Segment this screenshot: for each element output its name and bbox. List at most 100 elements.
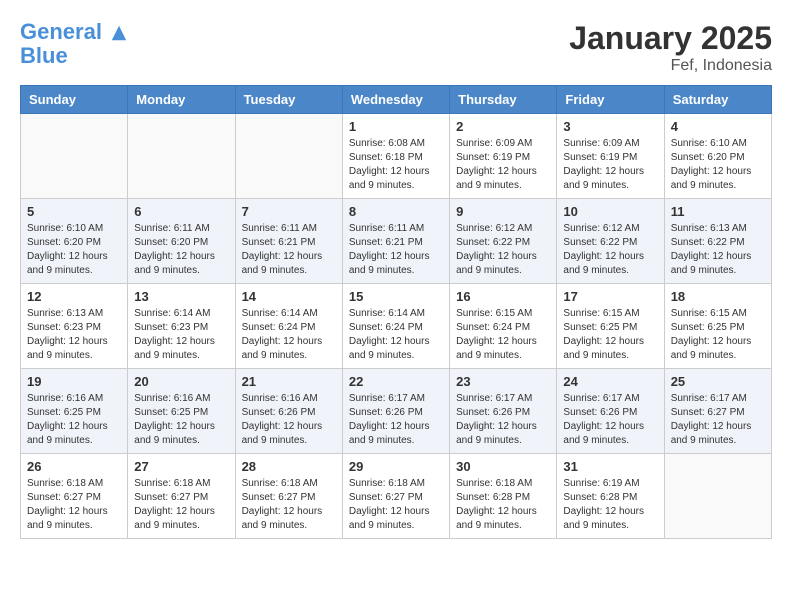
day-info: Sunrise: 6:16 AMSunset: 6:25 PMDaylight:… [27, 392, 121, 448]
day-info: Sunrise: 6:13 AMSunset: 6:22 PMDaylight:… [671, 222, 765, 278]
weekday-header-monday: Monday [128, 86, 235, 114]
day-info: Sunrise: 6:15 AMSunset: 6:25 PMDaylight:… [671, 307, 765, 363]
day-number: 18 [671, 289, 765, 304]
day-info: Sunrise: 6:15 AMSunset: 6:24 PMDaylight:… [456, 307, 550, 363]
day-info: Sunrise: 6:12 AMSunset: 6:22 PMDaylight:… [563, 222, 657, 278]
month-title: January 2025 [569, 20, 772, 57]
calendar-day-9: 9 Sunrise: 6:12 AMSunset: 6:22 PMDaylight… [450, 199, 557, 284]
day-number: 12 [27, 289, 121, 304]
calendar-day-empty [21, 114, 128, 199]
day-number: 8 [349, 204, 443, 219]
calendar-day-empty [664, 454, 771, 539]
weekday-header-sunday: Sunday [21, 86, 128, 114]
day-number: 2 [456, 119, 550, 134]
weekday-header-wednesday: Wednesday [342, 86, 449, 114]
day-number: 14 [242, 289, 336, 304]
day-info: Sunrise: 6:12 AMSunset: 6:22 PMDaylight:… [456, 222, 550, 278]
calendar-day-14: 14 Sunrise: 6:14 AMSunset: 6:24 PMDayligh… [235, 284, 342, 369]
calendar-day-21: 21 Sunrise: 6:16 AMSunset: 6:26 PMDayligh… [235, 369, 342, 454]
day-number: 5 [27, 204, 121, 219]
day-number: 27 [134, 459, 228, 474]
day-info: Sunrise: 6:09 AMSunset: 6:19 PMDaylight:… [563, 137, 657, 193]
day-number: 7 [242, 204, 336, 219]
calendar-day-16: 16 Sunrise: 6:15 AMSunset: 6:24 PMDayligh… [450, 284, 557, 369]
weekday-header-thursday: Thursday [450, 86, 557, 114]
day-number: 4 [671, 119, 765, 134]
day-info: Sunrise: 6:16 AMSunset: 6:26 PMDaylight:… [242, 392, 336, 448]
calendar-week-row: 12 Sunrise: 6:13 AMSunset: 6:23 PMDayligh… [21, 284, 772, 369]
calendar-day-3: 3 Sunrise: 6:09 AMSunset: 6:19 PMDaylight… [557, 114, 664, 199]
day-info: Sunrise: 6:10 AMSunset: 6:20 PMDaylight:… [27, 222, 121, 278]
calendar-day-17: 17 Sunrise: 6:15 AMSunset: 6:25 PMDayligh… [557, 284, 664, 369]
calendar-day-30: 30 Sunrise: 6:18 AMSunset: 6:28 PMDayligh… [450, 454, 557, 539]
calendar-week-row: 5 Sunrise: 6:10 AMSunset: 6:20 PMDaylight… [21, 199, 772, 284]
calendar-day-28: 28Sunrise: 6:18 AMSunset: 6:27 PMDayligh… [235, 454, 342, 539]
calendar-day-25: 25 Sunrise: 6:17 AMSunset: 6:27 PMDayligh… [664, 369, 771, 454]
calendar-day-10: 10Sunrise: 6:12 AMSunset: 6:22 PMDayligh… [557, 199, 664, 284]
day-info: Sunrise: 6:14 AMSunset: 6:23 PMDaylight:… [134, 307, 228, 363]
logo-blue: Blue [20, 43, 68, 68]
calendar-day-24: 24Sunrise: 6:17 AMSunset: 6:26 PMDayligh… [557, 369, 664, 454]
day-number: 6 [134, 204, 228, 219]
calendar-day-7: 7 Sunrise: 6:11 AMSunset: 6:21 PMDaylight… [235, 199, 342, 284]
calendar-day-13: 13 Sunrise: 6:14 AMSunset: 6:23 PMDayligh… [128, 284, 235, 369]
day-number: 11 [671, 204, 765, 219]
day-number: 17 [563, 289, 657, 304]
day-number: 9 [456, 204, 550, 219]
calendar-table: SundayMondayTuesdayWednesdayThursdayFrid… [20, 85, 772, 539]
day-number: 16 [456, 289, 550, 304]
day-info: Sunrise: 6:18 AMSunset: 6:27 PMDaylight:… [349, 477, 443, 533]
day-info: Sunrise: 6:17 AMSunset: 6:27 PMDaylight:… [671, 392, 765, 448]
weekday-header-saturday: Saturday [664, 86, 771, 114]
calendar-day-12: 12 Sunrise: 6:13 AMSunset: 6:23 PMDayligh… [21, 284, 128, 369]
day-info: Sunrise: 6:10 AMSunset: 6:20 PMDaylight:… [671, 137, 765, 193]
day-info: Sunrise: 6:11 AMSunset: 6:21 PMDaylight:… [242, 222, 336, 278]
day-number: 3 [563, 119, 657, 134]
day-info: Sunrise: 6:17 AMSunset: 6:26 PMDaylight:… [349, 392, 443, 448]
calendar-day-26: 26 Sunrise: 6:18 AMSunset: 6:27 PMDayligh… [21, 454, 128, 539]
day-info: Sunrise: 6:14 AMSunset: 6:24 PMDaylight:… [349, 307, 443, 363]
day-number: 31 [563, 459, 657, 474]
day-info: Sunrise: 6:14 AMSunset: 6:24 PMDaylight:… [242, 307, 336, 363]
day-number: 22 [349, 374, 443, 389]
day-info: Sunrise: 6:18 AMSunset: 6:27 PMDaylight:… [27, 477, 121, 533]
calendar-day-11: 11 Sunrise: 6:13 AMSunset: 6:22 PMDayligh… [664, 199, 771, 284]
day-info: Sunrise: 6:18 AMSunset: 6:28 PMDaylight:… [456, 477, 550, 533]
day-number: 13 [134, 289, 228, 304]
day-number: 25 [671, 374, 765, 389]
day-number: 30 [456, 459, 550, 474]
day-number: 21 [242, 374, 336, 389]
calendar-week-row: 26 Sunrise: 6:18 AMSunset: 6:27 PMDayligh… [21, 454, 772, 539]
weekday-header-row: SundayMondayTuesdayWednesdayThursdayFrid… [21, 86, 772, 114]
calendar-day-6: 6 Sunrise: 6:11 AMSunset: 6:20 PMDaylight… [128, 199, 235, 284]
day-info: Sunrise: 6:13 AMSunset: 6:23 PMDaylight:… [27, 307, 121, 363]
day-info: Sunrise: 6:17 AMSunset: 6:26 PMDaylight:… [456, 392, 550, 448]
logo-general: General [20, 19, 102, 44]
day-number: 19 [27, 374, 121, 389]
day-info: Sunrise: 6:08 AMSunset: 6:18 PMDaylight:… [349, 137, 443, 193]
day-info: Sunrise: 6:17 AMSunset: 6:26 PMDaylight:… [563, 392, 657, 448]
day-number: 1 [349, 119, 443, 134]
calendar-day-27: 27 Sunrise: 6:18 AMSunset: 6:27 PMDayligh… [128, 454, 235, 539]
day-number: 20 [134, 374, 228, 389]
day-info: Sunrise: 6:11 AMSunset: 6:20 PMDaylight:… [134, 222, 228, 278]
day-info: Sunrise: 6:15 AMSunset: 6:25 PMDaylight:… [563, 307, 657, 363]
calendar-day-31: 31Sunrise: 6:19 AMSunset: 6:28 PMDayligh… [557, 454, 664, 539]
logo-text: General Blue [20, 20, 128, 68]
calendar-day-5: 5 Sunrise: 6:10 AMSunset: 6:20 PMDaylight… [21, 199, 128, 284]
day-number: 26 [27, 459, 121, 474]
day-info: Sunrise: 6:11 AMSunset: 6:21 PMDaylight:… [349, 222, 443, 278]
calendar-day-20: 20 Sunrise: 6:16 AMSunset: 6:25 PMDayligh… [128, 369, 235, 454]
logo: General Blue [20, 20, 128, 68]
calendar-day-empty [235, 114, 342, 199]
title-section: January 2025 Fef, Indonesia [569, 20, 772, 75]
weekday-header-friday: Friday [557, 86, 664, 114]
day-info: Sunrise: 6:18 AMSunset: 6:27 PMDaylight:… [134, 477, 228, 533]
calendar-day-4: 4 Sunrise: 6:10 AMSunset: 6:20 PMDaylight… [664, 114, 771, 199]
calendar-day-2: 2Sunrise: 6:09 AMSunset: 6:19 PMDaylight… [450, 114, 557, 199]
day-number: 28 [242, 459, 336, 474]
day-info: Sunrise: 6:16 AMSunset: 6:25 PMDaylight:… [134, 392, 228, 448]
weekday-header-tuesday: Tuesday [235, 86, 342, 114]
calendar-day-19: 19 Sunrise: 6:16 AMSunset: 6:25 PMDayligh… [21, 369, 128, 454]
calendar-day-18: 18 Sunrise: 6:15 AMSunset: 6:25 PMDayligh… [664, 284, 771, 369]
